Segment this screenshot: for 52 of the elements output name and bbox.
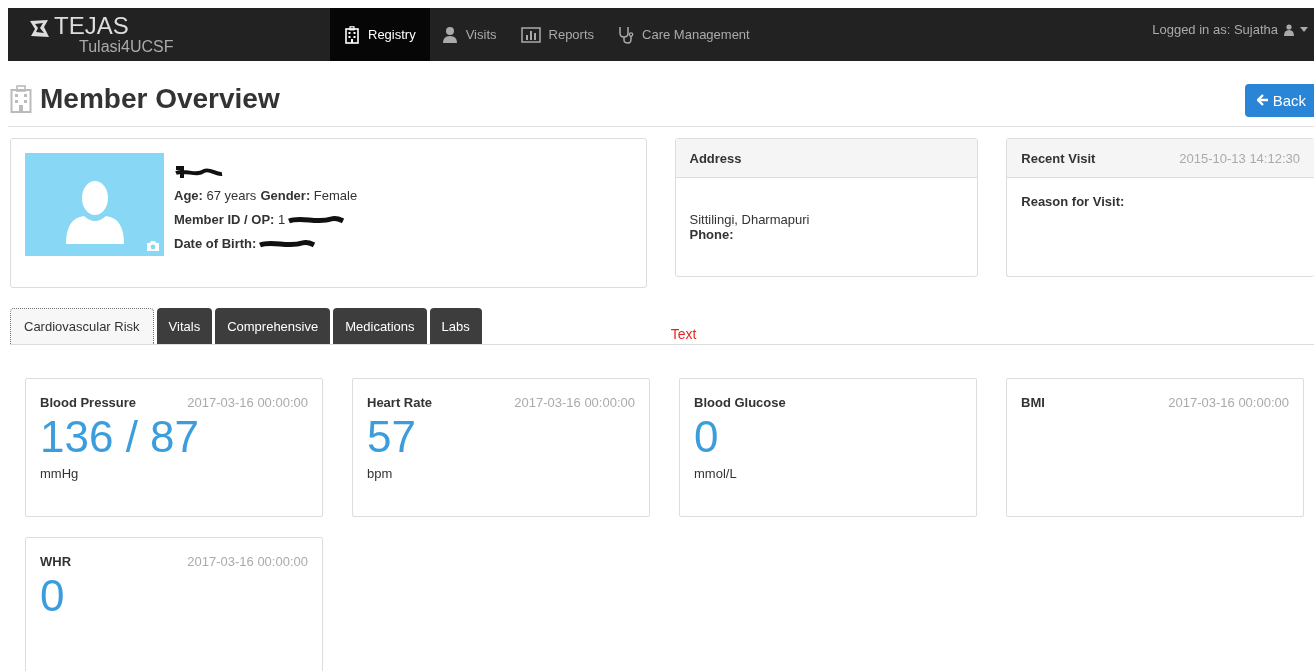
- metric-unit: mmHg: [40, 466, 80, 481]
- metric-value: 136 / 87: [40, 412, 201, 462]
- panel-heading: Recent Visit: [1021, 150, 1096, 166]
- metric-title: Blood Pressure: [40, 395, 137, 410]
- metric-title: BMI: [1021, 395, 1045, 410]
- metric-timestamp: 2017-03-16 00:00:00: [187, 554, 308, 569]
- reason-label: Reason for Visit:: [1021, 194, 1126, 209]
- person-silhouette-icon: [63, 180, 126, 244]
- metric-title: Blood Glucose: [694, 395, 786, 410]
- stethoscope-icon: [618, 25, 635, 44]
- person-icon: [441, 25, 458, 44]
- tab[interactable]: Comprehensive: [215, 308, 331, 344]
- avatar-placeholder[interactable]: [25, 153, 164, 256]
- metric-title: Heart Rate: [367, 395, 433, 410]
- building-icon: [344, 25, 360, 44]
- address-text: Sittilingi, Dharmapuri: [689, 212, 811, 227]
- metric-value: 0: [694, 412, 720, 462]
- nav-item[interactable]: Reports: [508, 8, 607, 61]
- nav-item[interactable]: Visits: [429, 8, 509, 61]
- tab[interactable]: Labs: [429, 308, 482, 344]
- user-icon: [1284, 23, 1294, 36]
- user-menu[interactable]: Logged in as: Sujatha: [1152, 0, 1314, 61]
- metric-timestamp: 2017-03-16 00:00:00: [187, 395, 308, 410]
- arrow-left-icon: [1256, 94, 1269, 106]
- note-text: Text: [670, 326, 697, 342]
- metric-value: 0: [40, 571, 66, 621]
- member-field: Date of Birth:: [174, 236, 257, 251]
- building-icon: [10, 85, 32, 113]
- metric-unit: bpm: [367, 466, 394, 481]
- panel-heading: Address: [689, 150, 742, 166]
- member-field: Member ID / OP: 1: [174, 212, 286, 227]
- metric-timestamp: 2017-03-16 00:00:00: [514, 395, 635, 410]
- tab[interactable]: Cardiovascular Risk: [10, 308, 154, 344]
- brand-subtitle: Tulasi4UCSF: [79, 38, 174, 56]
- caret-icon: [1300, 27, 1308, 32]
- camera-icon[interactable]: [147, 241, 159, 251]
- metric-timestamp: 2017-03-16 00:00:00: [1168, 395, 1289, 410]
- tab[interactable]: Medications: [333, 308, 427, 344]
- page-title: Member Overview: [40, 83, 280, 115]
- back-button[interactable]: Back: [1244, 83, 1314, 117]
- nav-item[interactable]: Registry: [330, 8, 430, 61]
- logo-icon: [28, 19, 50, 39]
- nav-item[interactable]: Care Management: [606, 8, 762, 61]
- metric-title: WHR: [40, 554, 72, 569]
- visit-timestamp: 2015-10-13 14:12:30: [1179, 150, 1300, 166]
- brand-name[interactable]: TEJAS: [54, 14, 174, 38]
- phone-label: Phone:: [689, 227, 735, 242]
- member-field: Age: 67 years Gender: Female: [174, 188, 358, 203]
- metric-unit: mmol/L: [694, 466, 738, 481]
- metric-value: 57: [367, 412, 417, 462]
- tab[interactable]: Vitals: [156, 308, 213, 344]
- bar-chart-icon: [520, 26, 541, 43]
